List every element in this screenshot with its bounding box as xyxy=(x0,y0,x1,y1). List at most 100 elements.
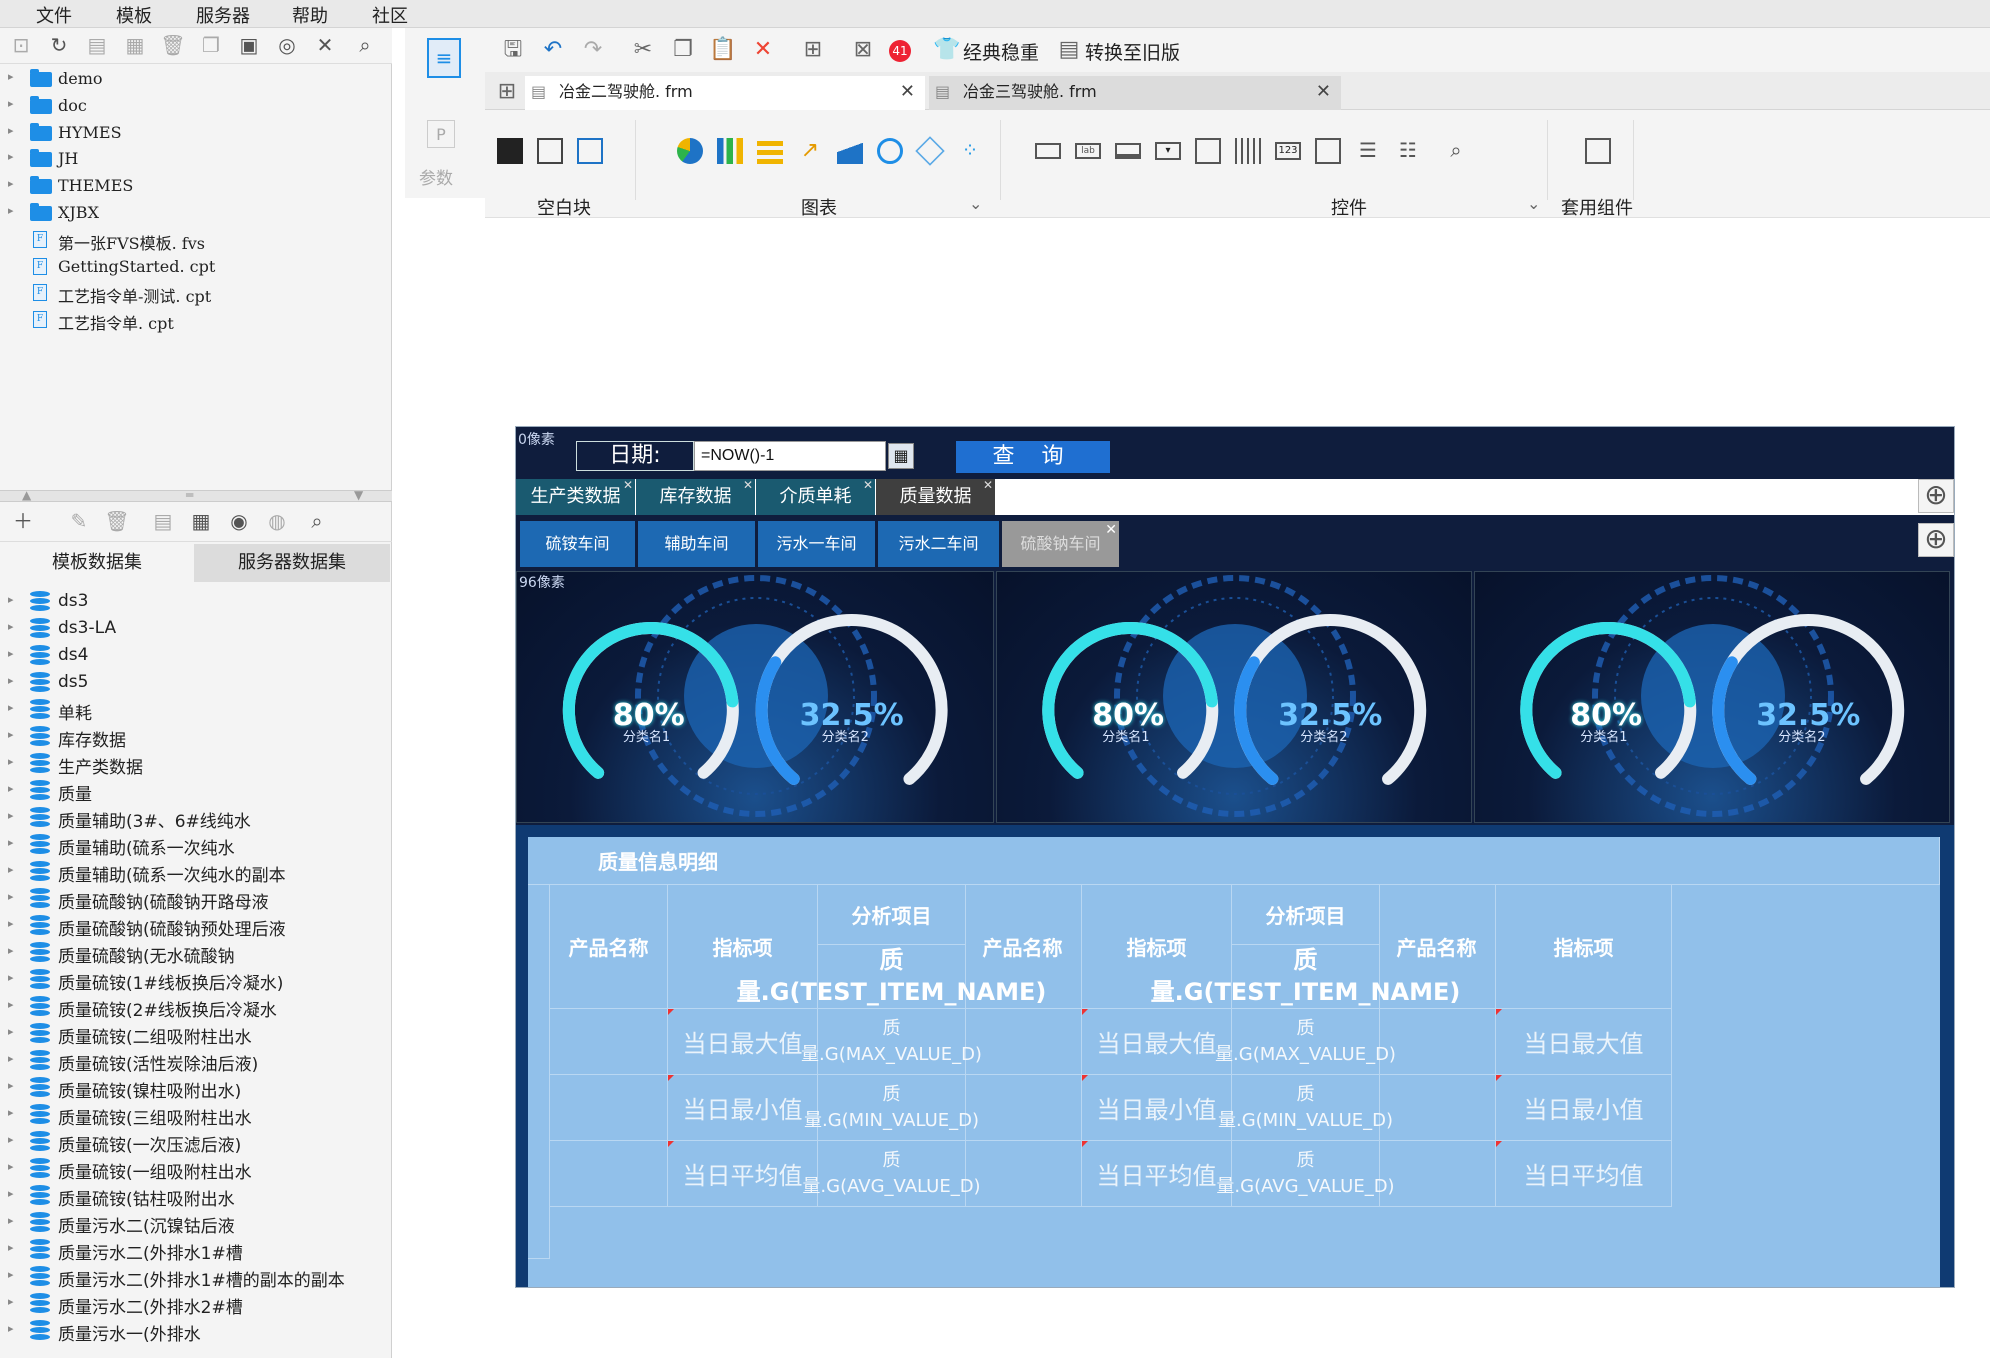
expand-arrow-icon[interactable]: ▸ xyxy=(8,863,14,876)
report-canvas[interactable]: 0像素 日期: =NOW()-1 ▦ 查 询 生产类数据 ✕ 库存数据 ✕ 介质单耗… xyxy=(515,426,1955,1288)
form-design-icon[interactable]: ≡ xyxy=(427,38,461,78)
metric-label-cell[interactable]: 当日最小值 xyxy=(668,1075,818,1141)
dataset-item[interactable]: ▸ 质量硫铵(二组吸附柱出水 xyxy=(0,1020,392,1048)
dataset-search-icon[interactable]: ⌕ xyxy=(304,508,330,534)
file-tree-item[interactable]: ▸ HYMES xyxy=(0,120,392,146)
grid-icon[interactable]: ⊞ xyxy=(493,78,521,106)
expand-arrow-icon[interactable]: ▸ xyxy=(8,1187,14,1200)
menu-help[interactable]: 帮助 xyxy=(292,2,328,28)
tab-ammonium-workshop[interactable]: 硫铵车间 xyxy=(520,521,636,567)
tab-doc-2[interactable]: ▤ 冶金三驾驶舱. frm ✕ xyxy=(929,76,1341,110)
col-header-product[interactable]: 产品名称 xyxy=(1378,885,1496,1009)
table-title[interactable]: 质量信息明细 xyxy=(528,837,1940,885)
expand-arrow-icon[interactable]: ▸ xyxy=(8,70,14,83)
product-name-cell[interactable] xyxy=(550,1075,668,1141)
menu-community[interactable]: 社区 xyxy=(372,2,408,28)
dataset-item[interactable]: ▸ 生产类数据 xyxy=(0,750,392,778)
tab-quality-data[interactable]: 质量数据 ✕ xyxy=(876,478,996,515)
label-widget-icon[interactable] xyxy=(1035,143,1061,159)
file-tree-item[interactable]: F 工艺指令单-测试. cpt xyxy=(0,280,392,306)
dataset-item[interactable]: ▸ ds5 xyxy=(0,669,392,696)
split-block-icon[interactable] xyxy=(537,138,563,164)
bar-chart-icon[interactable] xyxy=(717,138,743,164)
textarea-widget-icon[interactable] xyxy=(1315,138,1341,164)
expand-arrow-icon[interactable]: ▸ xyxy=(8,890,14,903)
dataset-item[interactable]: ▸ 质量污水二(外排水1#槽的副本的副本 xyxy=(0,1263,392,1291)
preview-dataset-icon[interactable]: ▤ xyxy=(150,508,176,534)
redo-icon[interactable]: ↷ xyxy=(579,36,607,64)
expand-arrow-icon[interactable]: ▸ xyxy=(8,97,14,110)
expand-arrow-icon[interactable]: ▸ xyxy=(8,1079,14,1092)
metric-label-cell[interactable]: 当日最大值 xyxy=(1082,1009,1232,1075)
delete-dataset-icon[interactable]: 🗑 xyxy=(104,508,130,534)
delete-icon[interactable]: ✕ xyxy=(749,36,777,64)
refresh-icon[interactable]: ↻ xyxy=(46,32,72,58)
field-test-item-name[interactable]: 质量.G(TEST_ITEM_NAME) xyxy=(1151,945,1460,1009)
dataset-item[interactable]: ▸ 质量硫铵(一次压滤后液) xyxy=(0,1128,392,1156)
expand-arrow-icon[interactable]: ▸ xyxy=(8,728,14,741)
dataset-item[interactable]: ▸ 质量硫铵(镍柱吸附出水) xyxy=(0,1074,392,1102)
cut-icon[interactable]: ✂ xyxy=(629,36,657,64)
menu-template[interactable]: 模板 xyxy=(116,2,152,28)
copy-icon[interactable]: ❐ xyxy=(669,36,697,64)
dataset-item[interactable]: ▸ ds3 xyxy=(0,588,392,615)
expand-arrow-icon[interactable]: ▸ xyxy=(8,944,14,957)
dataset-item[interactable]: ▸ 质量硫铵(三组吸附柱出水 xyxy=(0,1101,392,1129)
tab-inventory-data[interactable]: 库存数据 ✕ xyxy=(636,478,756,515)
dataset-item[interactable]: ▸ 质量辅助(硫系一次纯水的副本 xyxy=(0,858,392,886)
clipboard-icon[interactable]: ▣ xyxy=(236,32,262,58)
metric-label-cell[interactable]: 当日最小值 xyxy=(1082,1075,1232,1141)
tab-production-data[interactable]: 生产类数据 ✕ xyxy=(516,478,636,515)
dataset-item[interactable]: ▸ 质量硫铵(1#线板换后冷凝水) xyxy=(0,966,392,994)
area-chart-icon[interactable] xyxy=(837,138,863,164)
gauge-panel[interactable]: 96像素 80% 分类名1 32.5% 分类名2 xyxy=(516,571,994,823)
preview-icon[interactable]: ⊞ xyxy=(799,36,827,64)
dataset-item[interactable]: ▸ 质量硫铵(2#线板换后冷凝水 xyxy=(0,993,392,1021)
file-tree-item[interactable]: F GettingStarted. cpt xyxy=(0,254,392,280)
expand-arrow-icon[interactable]: ▸ xyxy=(8,124,14,137)
undo-icon[interactable]: ↶ xyxy=(539,36,567,64)
formula-cell[interactable]: 质量.G(MAX_VALUE_D) xyxy=(801,1009,982,1075)
file-tree-item[interactable]: F 工艺指令单. cpt xyxy=(0,307,392,333)
file-tree-item[interactable]: ▸ THEMES xyxy=(0,173,392,199)
expand-arrow-icon[interactable]: ▸ xyxy=(8,1268,14,1281)
search-widget-icon[interactable]: ⌕ xyxy=(1443,138,1469,164)
file-tree-item[interactable]: ▸ demo xyxy=(0,66,392,92)
col-header-analysis[interactable]: 分析项目 xyxy=(818,885,966,945)
chart-expand-icon[interactable]: ⌄ xyxy=(969,194,982,213)
expand-arrow-icon[interactable]: ▸ xyxy=(8,1025,14,1038)
gauge-panel[interactable]: 80% 分类名1 32.5% 分类名2 xyxy=(996,571,1472,823)
add-tab-icon[interactable]: ⊕ xyxy=(1918,523,1954,557)
convert-old-button[interactable]: 转换至旧版 xyxy=(1085,38,1180,65)
metric-label-cell[interactable]: 当日最小值 xyxy=(1496,1075,1672,1141)
tab-sewage1-workshop[interactable]: 污水一车间 xyxy=(758,521,876,567)
expand-arrow-icon[interactable]: ▸ xyxy=(8,1295,14,1308)
classic-theme-button[interactable]: 经典稳重 xyxy=(963,38,1039,65)
dataset-item[interactable]: ▸ 质量辅助(3#、6#线纯水 xyxy=(0,804,392,832)
database-icon[interactable]: ◉ xyxy=(226,508,252,534)
col-header-product[interactable]: 产品名称 xyxy=(550,885,668,1009)
product-name-cell[interactable] xyxy=(964,1009,1082,1075)
gauge-chart-icon[interactable] xyxy=(877,138,903,164)
tab-template-datasets[interactable]: 模板数据集 xyxy=(0,544,194,582)
search-icon[interactable]: ⌕ xyxy=(352,32,378,58)
close-icon[interactable]: ✕ xyxy=(743,467,753,503)
close-icon[interactable]: ✕ xyxy=(900,76,915,108)
metric-label-cell[interactable]: 当日最大值 xyxy=(668,1009,818,1075)
file-tree-item[interactable]: F 第一张FVS模板. fvs xyxy=(0,227,392,253)
calendar-icon[interactable]: ▦ xyxy=(888,443,914,469)
file-tree-item[interactable]: ▸ JH xyxy=(0,146,392,172)
widget-expand-icon[interactable]: ⌄ xyxy=(1527,194,1540,213)
file-tree-item[interactable]: ▸ XJBX xyxy=(0,200,392,226)
expand-arrow-icon[interactable]: ▸ xyxy=(8,998,14,1011)
metric-label-cell[interactable]: 当日平均值 xyxy=(1082,1141,1232,1207)
formula-cell[interactable]: 质量.G(MAX_VALUE_D) xyxy=(1215,1009,1396,1075)
radar-chart-icon[interactable] xyxy=(915,136,945,166)
dataset-item[interactable]: ▸ 单耗 xyxy=(0,696,392,724)
quality-table[interactable]: 质量信息明细 产品名称 指标项 分析项目 质量.G(TEST_ITEM_NAME) 产品名… xyxy=(528,837,1940,1287)
formula-cell[interactable]: 质量.G(AVG_VALUE_D) xyxy=(1216,1141,1395,1207)
pie-chart-icon[interactable] xyxy=(677,138,703,164)
expand-arrow-icon[interactable]: ▸ xyxy=(8,1052,14,1065)
close-icon[interactable]: ✕ xyxy=(1105,507,1117,553)
text-widget-icon[interactable]: lab xyxy=(1075,143,1101,159)
